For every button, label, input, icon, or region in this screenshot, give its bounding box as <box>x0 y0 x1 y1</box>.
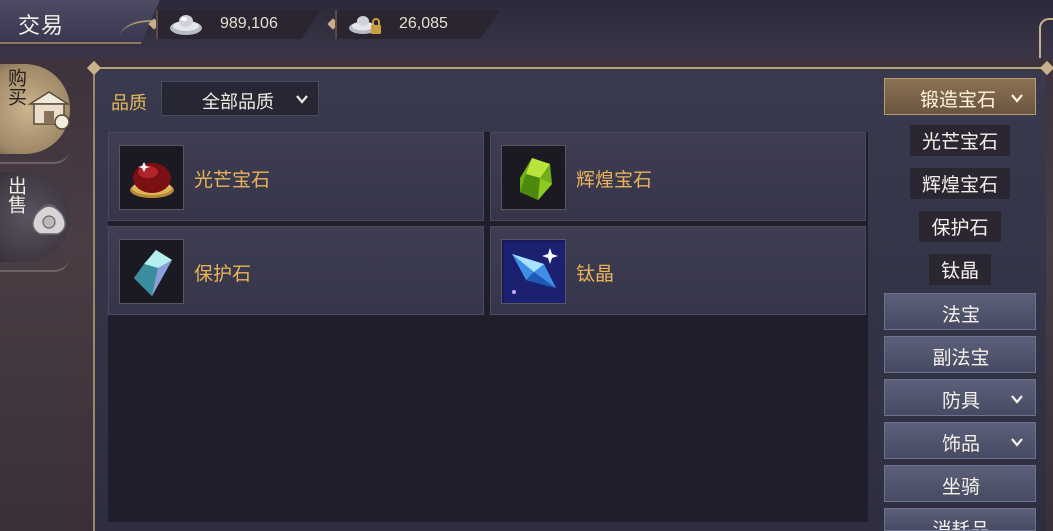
category-consumables[interactable]: 消耗品 <box>884 508 1036 531</box>
tab-sell[interactable]: 出售 <box>0 172 72 272</box>
item-card[interactable]: 钛晶 <box>490 226 866 315</box>
category-label: 坐骑 <box>941 476 980 498</box>
item-name: 辉煌宝石 <box>576 169 653 191</box>
category-mount[interactable]: 坐骑 <box>884 465 1036 502</box>
page-title: 交易 <box>18 14 65 39</box>
tab-swirl <box>0 148 70 164</box>
item-slot <box>501 145 566 210</box>
locked-silver-amount: 26,085 <box>399 15 448 32</box>
category-secondary-weapon[interactable]: 副法宝 <box>884 336 1036 373</box>
currency-locked-silver: 26,085 <box>335 10 500 39</box>
panel-corner-ornament <box>1039 60 1053 76</box>
subcategory-label: 辉煌宝石 <box>909 168 1010 199</box>
category-label: 副法宝 <box>932 347 990 369</box>
item-name: 光芒宝石 <box>194 169 271 191</box>
quality-selected: 全部品质 <box>202 92 274 113</box>
cyan-crystal-icon <box>134 250 172 296</box>
category-accessories[interactable]: 饰品 <box>884 422 1036 459</box>
subcategory-item[interactable]: 保护石 <box>884 208 1036 244</box>
currency-silver: 989,106 <box>156 10 321 39</box>
green-gem-icon <box>520 158 552 200</box>
red-gem-icon <box>130 162 174 198</box>
chevron-down-icon <box>1011 438 1023 447</box>
shop-icon <box>27 91 71 130</box>
subcategory-item[interactable]: 光芒宝石 <box>884 122 1036 158</box>
silver-amount: 989,106 <box>220 15 278 32</box>
panel-corner-ornament <box>86 60 102 76</box>
tab-sell-label: 出售 <box>5 176 27 214</box>
subcategory-item[interactable]: 辉煌宝石 <box>884 165 1036 201</box>
item-card[interactable]: 保护石 <box>108 226 484 315</box>
category-label: 消耗品 <box>932 519 990 531</box>
category-magic-weapon[interactable]: 法宝 <box>884 293 1036 330</box>
item-card[interactable]: 辉煌宝石 <box>490 132 866 221</box>
item-name: 保护石 <box>194 263 252 285</box>
silver-ingot-icon <box>170 15 202 35</box>
category-label: 法宝 <box>941 304 980 326</box>
subcategory-label: 保护石 <box>919 211 1001 242</box>
chevron-down-icon <box>1011 94 1023 103</box>
category-forging-gems[interactable]: 锻造宝石 <box>884 78 1036 115</box>
top-bar: 交易 989,106 26,085 <box>0 0 1053 58</box>
tab-swirl <box>0 256 70 272</box>
item-slot <box>501 239 566 304</box>
quality-label: 品质 <box>111 93 147 114</box>
item-card[interactable]: 光芒宝石 <box>108 132 484 221</box>
category-armor[interactable]: 防具 <box>884 379 1036 416</box>
chevron-down-icon <box>1011 395 1023 404</box>
item-slot <box>119 239 184 304</box>
tab-buy-label: 购买 <box>5 68 27 106</box>
money-bag-icon <box>32 204 66 235</box>
subcategory-label: 钛晶 <box>928 254 991 285</box>
item-grid: 光芒宝石 辉煌宝石 保护石 钛晶 <box>108 132 868 522</box>
subcategory-label: 光芒宝石 <box>909 125 1010 156</box>
chevron-down-icon <box>296 95 308 104</box>
tab-buy[interactable]: 购买 <box>0 64 72 164</box>
quality-dropdown[interactable]: 全部品质 <box>161 81 319 116</box>
blue-crystal-icon <box>504 242 565 303</box>
subcategory-item[interactable]: 钛晶 <box>884 251 1036 287</box>
corner-ornament <box>1039 18 1053 58</box>
locked-silver-ingot-icon <box>349 16 381 34</box>
item-slot <box>119 145 184 210</box>
item-name: 钛晶 <box>576 263 615 285</box>
category-label: 锻造宝石 <box>920 89 997 111</box>
